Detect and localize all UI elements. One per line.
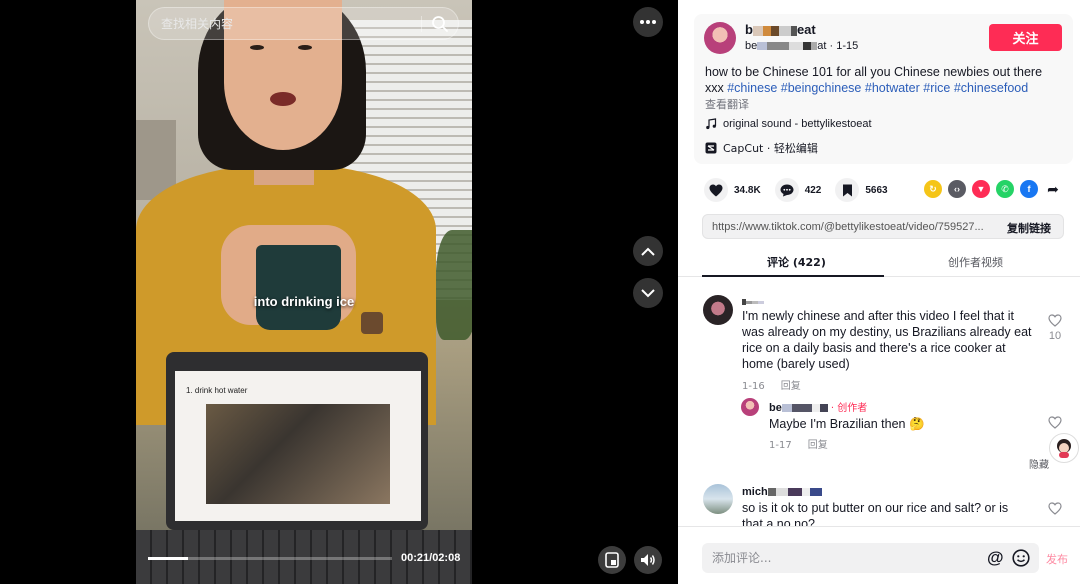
- comment-input[interactable]: [712, 543, 972, 573]
- reply-text: Maybe I'm Brazilian then 🤔: [769, 417, 925, 431]
- more-icon: [640, 20, 656, 24]
- video-frame[interactable]: 1. drink hot water into drinking ice: [136, 0, 472, 584]
- see-translation-link[interactable]: 查看翻译: [705, 96, 749, 112]
- commenter-avatar[interactable]: [703, 295, 733, 325]
- heart-outline-icon: [1048, 314, 1062, 327]
- floating-player-button[interactable]: [598, 546, 626, 574]
- original-sound-link[interactable]: original sound - bettylikestoeat: [705, 118, 872, 130]
- comment-count: 422: [804, 184, 822, 196]
- repost-icon[interactable]: ↻: [924, 180, 942, 198]
- volume-icon: [641, 554, 655, 566]
- slide-photo: [206, 404, 390, 504]
- comment-text: I'm newly chinese and after this video I…: [742, 309, 1032, 371]
- hashtag-link[interactable]: #chinese: [727, 81, 777, 95]
- hide-replies-button[interactable]: 隐藏: [1029, 456, 1049, 471]
- commenter-name[interactable]: mich: [742, 486, 1032, 498]
- music-note-icon: [706, 118, 717, 130]
- author-name[interactable]: b eat: [745, 22, 816, 37]
- slide-text: 1. drink hot water: [186, 386, 248, 395]
- comment-meta: 1-16 回复: [742, 377, 1038, 392]
- previous-video-button[interactable]: [633, 236, 663, 266]
- hashtag-link[interactable]: #chinesefood: [954, 81, 1028, 95]
- reply-button[interactable]: 回复: [781, 381, 801, 392]
- background-plant: [436, 230, 472, 340]
- tab-comments[interactable]: 评论 (422): [767, 254, 826, 270]
- heart-outline-icon: [1048, 416, 1062, 429]
- tab-creator-videos[interactable]: 创作者视频: [948, 254, 1003, 270]
- video-description: how to be Chinese 101 for all you Chines…: [705, 65, 1043, 95]
- volume-button[interactable]: [634, 546, 662, 574]
- next-video-button[interactable]: [633, 278, 663, 308]
- comment-icon: [780, 184, 794, 196]
- save-count: 5663: [865, 184, 888, 196]
- save-button[interactable]: 5663: [835, 178, 888, 202]
- reply-author-avatar[interactable]: [741, 398, 759, 416]
- reply-date: 1-17: [769, 440, 792, 451]
- creator-badge: · 创作者: [830, 403, 868, 414]
- post-comment-button[interactable]: 发布: [1046, 551, 1068, 567]
- author-handle: be at · 1-15: [745, 40, 859, 52]
- reply-meta: 1-17 回复: [769, 436, 1029, 451]
- follow-button[interactable]: 关注: [989, 24, 1062, 51]
- video-info-card: b eat be at · 1-15 关注 how to be Chinese 10…: [694, 14, 1073, 164]
- more-options-button[interactable]: [633, 7, 663, 37]
- chevron-up-icon: [641, 247, 655, 256]
- heart-outline-icon: [1048, 502, 1062, 515]
- search-icon[interactable]: [431, 15, 449, 33]
- wristwatch: [361, 312, 383, 334]
- share-link-url[interactable]: https://www.tiktok.com/@bettylikestoeat/…: [712, 221, 992, 233]
- commenter-name[interactable]: [742, 296, 1038, 308]
- comment-like-count: 10: [1048, 330, 1062, 342]
- mug: [256, 245, 341, 330]
- share-link-box: https://www.tiktok.com/@bettylikestoeat/…: [702, 214, 1064, 239]
- comment-item: I'm newly chinese and after this video I…: [742, 296, 1038, 392]
- copy-link-button[interactable]: 复制链接: [1007, 220, 1051, 236]
- commenter-avatar[interactable]: [703, 484, 733, 514]
- hashtag-link[interactable]: #beingchinese: [781, 81, 862, 95]
- share-options: ↻ ‹› ▼ ✆ f ➦: [924, 180, 1062, 198]
- like-count: 34.8K: [734, 184, 761, 196]
- mention-button[interactable]: @: [987, 548, 1004, 568]
- reply-like-button[interactable]: [1046, 416, 1064, 432]
- comment-like-button[interactable]: 10: [1046, 314, 1064, 342]
- comment-composer: @ 发布: [678, 526, 1080, 584]
- like-button[interactable]: 34.8K: [704, 178, 761, 202]
- comment-date: 1-16: [742, 381, 765, 392]
- tab-bar: 评论 (422) 创作者视频: [678, 248, 1080, 277]
- reply-author-name[interactable]: be · 创作者: [769, 399, 1029, 414]
- engagement-stats: 34.8K 422 5663: [704, 178, 902, 202]
- share-arrow-icon[interactable]: ➦: [1044, 180, 1062, 198]
- heart-icon: [709, 184, 723, 196]
- comment-input-box: @: [702, 543, 1039, 573]
- video-time: 00:21/02:08: [401, 552, 461, 564]
- active-tab-indicator: [702, 275, 884, 277]
- video-caption: into drinking ice: [253, 294, 355, 309]
- video-search-box: [148, 7, 459, 40]
- facebook-icon[interactable]: f: [1020, 180, 1038, 198]
- emoji-icon[interactable]: [1012, 549, 1030, 567]
- chevron-down-icon: [641, 288, 655, 297]
- bookmark-icon: [842, 184, 852, 196]
- mini-player-icon: [605, 552, 619, 568]
- comment-button[interactable]: 422: [774, 178, 822, 202]
- hashtag-link[interactable]: #hotwater: [865, 81, 920, 95]
- reply-reply-button[interactable]: 回复: [808, 440, 828, 451]
- hashtag-link[interactable]: #rice: [923, 81, 950, 95]
- video-player-area: 1. drink hot water into drinking ice 查找相…: [0, 0, 678, 584]
- search-input[interactable]: [161, 8, 421, 39]
- cartoon-avatar-icon: [1057, 439, 1071, 458]
- author-avatar[interactable]: [704, 22, 736, 54]
- reply-item: be · 创作者 Maybe I'm Brazilian then 🤔 1-17…: [769, 399, 1029, 451]
- video-progress-bar[interactable]: [148, 557, 392, 560]
- embed-icon[interactable]: ‹›: [948, 180, 966, 198]
- send-to-friends-icon[interactable]: ▼: [972, 180, 990, 198]
- details-panel: b eat be at · 1-15 关注 how to be Chinese 10…: [678, 0, 1080, 584]
- capcut-icon: [705, 142, 717, 154]
- comment-like-button[interactable]: [1046, 502, 1064, 518]
- capcut-link[interactable]: CapCut · 轻松编辑: [705, 140, 818, 156]
- floating-avatar-button[interactable]: [1049, 433, 1079, 463]
- whatsapp-icon[interactable]: ✆: [996, 180, 1014, 198]
- video-progress-fill: [148, 557, 189, 560]
